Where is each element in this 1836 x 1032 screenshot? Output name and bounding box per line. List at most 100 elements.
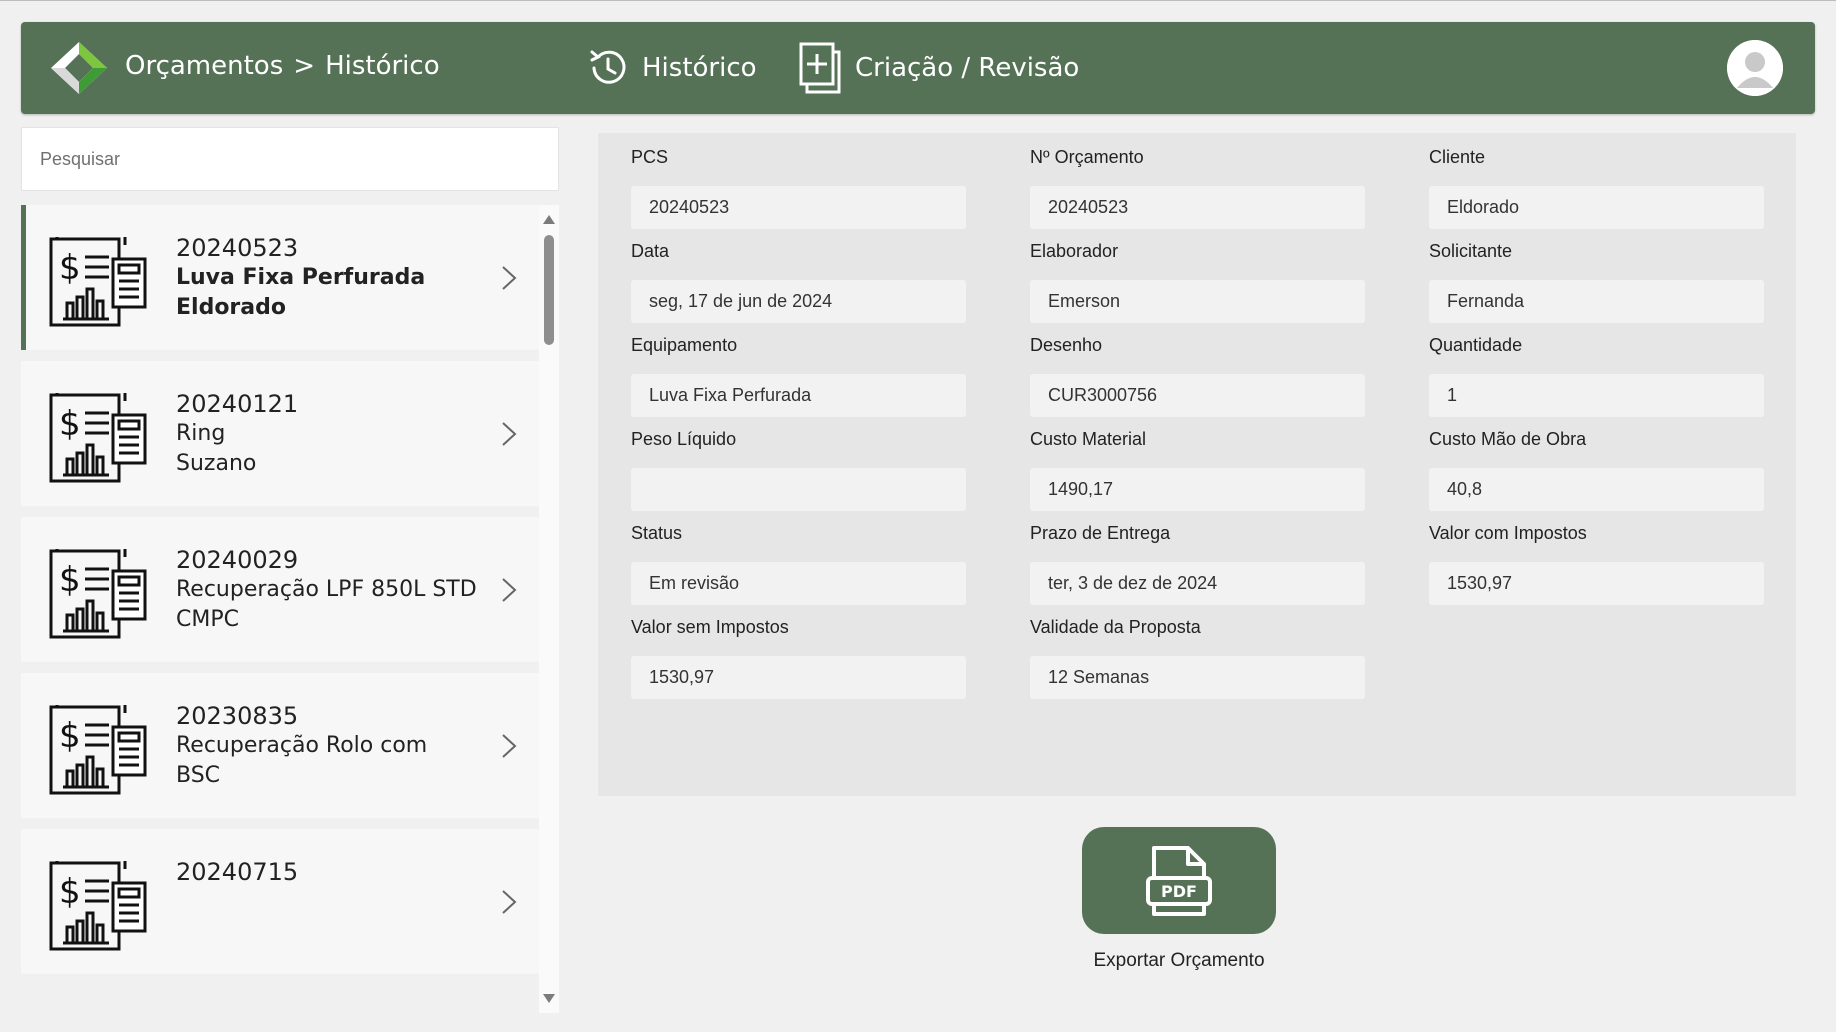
field-label: Status	[631, 523, 683, 543]
nav-criacao-revisao[interactable]: Criação / Revisão	[797, 22, 1079, 114]
app-logo-icon	[51, 42, 107, 94]
scroll-up-icon[interactable]	[543, 215, 555, 224]
field-label: Quantidade	[1429, 335, 1523, 355]
field-value[interactable]: Luva Fixa Perfurada	[631, 374, 966, 417]
field-cliente: Cliente Eldorado	[1429, 145, 1764, 229]
field-value[interactable]: 1530,97	[1429, 562, 1764, 605]
field-custo-mao-de-obra: Custo Mão de Obra 40,8	[1429, 427, 1764, 511]
item-equipment: Luva Fixa Perfurada	[176, 265, 426, 290]
chevron-right-icon	[502, 266, 517, 290]
chevron-right-icon	[502, 422, 517, 446]
field-label: Desenho	[1030, 335, 1103, 355]
field-elaborador: Elaborador Emerson	[1030, 239, 1365, 323]
field-value[interactable]: 12 Semanas	[1030, 656, 1365, 699]
field-label: Peso Líquido	[631, 429, 737, 449]
svg-text:PDF: PDF	[1161, 882, 1197, 901]
field-label: Solicitante	[1429, 241, 1513, 261]
list-item[interactable]: $ 20240523 Luva Fixa Perfurada Eldorado	[21, 205, 539, 350]
svg-text:$: $	[59, 560, 81, 600]
list-item[interactable]: $ 20240029 Recuperação LPF 850L STD CMPC	[21, 517, 539, 662]
export-pdf-button[interactable]: PDF	[1082, 827, 1276, 934]
field-valor-sem-impostos: Valor sem Impostos 1530,97	[631, 615, 966, 699]
history-icon	[590, 50, 626, 84]
item-equipment: Recuperação Rolo com	[176, 733, 428, 758]
field-value[interactable]	[631, 468, 966, 511]
export-button-label: Exportar Orçamento	[1093, 950, 1265, 971]
field-numero-orcamento: Nº Orçamento 20240523	[1030, 145, 1365, 229]
window-top-border	[0, 0, 1836, 1]
budget-detail-panel: PCS 20240523 Nº Orçamento 20240523 Clien…	[598, 133, 1796, 796]
field-value[interactable]: seg, 17 de jun de 2024	[631, 280, 966, 323]
item-client: BSC	[176, 763, 221, 788]
field-value[interactable]: CUR3000756	[1030, 374, 1365, 417]
field-label: Cliente	[1429, 147, 1486, 167]
scroll-down-icon[interactable]	[543, 994, 555, 1003]
field-value[interactable]: Em revisão	[631, 562, 966, 605]
chevron-right-icon	[502, 734, 517, 758]
field-label: Custo Material	[1030, 429, 1147, 449]
item-client: Suzano	[176, 451, 257, 476]
field-label: Equipamento	[631, 335, 738, 355]
field-label: Valor sem Impostos	[631, 617, 789, 637]
nav-criacao-label: Criação / Revisão	[855, 53, 1080, 83]
field-value[interactable]: 1	[1429, 374, 1764, 417]
field-equipamento: Equipamento Luva Fixa Perfurada	[631, 333, 966, 417]
field-value[interactable]: Fernanda	[1429, 280, 1764, 323]
field-quantidade: Quantidade 1	[1429, 333, 1764, 417]
list-scrollbar[interactable]	[539, 205, 559, 1013]
budget-report-icon: $	[49, 237, 147, 327]
field-value[interactable]: Emerson	[1030, 280, 1365, 323]
field-value[interactable]: 1530,97	[631, 656, 966, 699]
item-equipment: Recuperação LPF 850L STD	[176, 577, 477, 602]
budget-report-icon: $	[49, 861, 147, 951]
field-desenho: Desenho CUR3000756	[1030, 333, 1365, 417]
budget-list: $ 20240523 Luva Fixa Perfurada Eldorado …	[21, 205, 539, 980]
svg-text:$: $	[59, 248, 81, 288]
field-data: Data seg, 17 de jun de 2024	[631, 239, 966, 323]
field-value[interactable]: 20240523	[631, 186, 966, 229]
nav-historico[interactable]: Histórico	[586, 22, 757, 114]
field-prazo-de-entrega: Prazo de Entrega ter, 3 de dez de 2024	[1030, 521, 1365, 605]
item-client: Eldorado	[176, 295, 286, 320]
item-number: 20230835	[176, 702, 299, 730]
svg-text:$: $	[59, 872, 81, 912]
item-number: 20240715	[176, 858, 299, 886]
item-equipment: Ring	[176, 421, 226, 446]
field-value[interactable]: ter, 3 de dez de 2024	[1030, 562, 1365, 605]
list-item[interactable]: $ 20240121 Ring Suzano	[21, 361, 539, 506]
user-avatar-icon[interactable]	[1727, 40, 1783, 96]
field-label: Elaborador	[1030, 241, 1119, 261]
field-label: Valor com Impostos	[1429, 523, 1587, 543]
list-item[interactable]: $ 20240715	[21, 829, 539, 974]
field-valor-com-impostos: Valor com Impostos 1530,97	[1429, 521, 1764, 605]
field-label: Prazo de Entrega	[1030, 523, 1171, 543]
field-custo-material: Custo Material 1490,17	[1030, 427, 1365, 511]
chevron-right-icon	[502, 578, 517, 602]
field-status: Status Em revisão	[631, 521, 966, 605]
field-value[interactable]: Eldorado	[1429, 186, 1764, 229]
field-pcs: PCS 20240523	[631, 145, 966, 229]
item-number: 20240029	[176, 546, 299, 574]
breadcrumb-orcamentos[interactable]: Orçamentos	[125, 51, 283, 81]
list-item[interactable]: $ 20230835 Recuperação Rolo com BSC	[21, 673, 539, 818]
budget-report-icon: $	[49, 393, 147, 483]
field-label: Custo Mão de Obra	[1429, 429, 1587, 449]
search-input[interactable]	[21, 127, 559, 191]
field-label: Data	[631, 241, 670, 261]
item-number: 20240523	[176, 234, 299, 262]
field-peso-liquido: Peso Líquido	[631, 427, 966, 511]
budget-report-icon: $	[49, 705, 147, 795]
svg-text:$: $	[59, 716, 81, 756]
item-client: CMPC	[176, 607, 239, 632]
field-value[interactable]: 40,8	[1429, 468, 1764, 511]
field-label: Validade da Proposta	[1030, 617, 1201, 637]
field-validade-da-proposta: Validade da Proposta 12 Semanas	[1030, 615, 1365, 699]
field-value[interactable]: 1490,17	[1030, 468, 1365, 511]
field-solicitante: Solicitante Fernanda	[1429, 239, 1764, 323]
breadcrumb-historico: Histórico	[325, 51, 440, 81]
field-label: PCS	[631, 147, 669, 167]
pdf-icon: PDF	[1146, 845, 1212, 916]
field-value[interactable]: 20240523	[1030, 186, 1365, 229]
scroll-thumb[interactable]	[544, 235, 554, 345]
breadcrumb-separator: >	[293, 51, 316, 81]
